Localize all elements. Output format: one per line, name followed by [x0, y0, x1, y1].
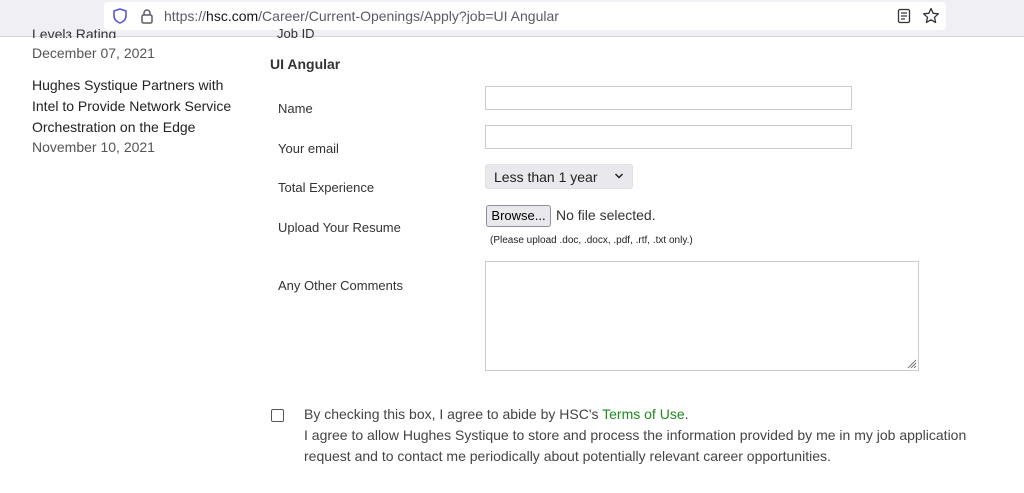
name-label: Name [278, 101, 313, 116]
job-id-label: Job ID [277, 26, 315, 38]
experience-select[interactable]: Less than 1 year [485, 164, 633, 189]
experience-selected-value: Less than 1 year [494, 169, 598, 185]
consent-line-2: I agree to allow Hughes Systique to stor… [304, 427, 967, 464]
chevron-down-icon [614, 173, 624, 179]
job-title: UI Angular [270, 56, 341, 72]
tracking-protection-shield-icon[interactable] [112, 8, 128, 24]
sidebar-news-date: December 07, 2021 [32, 45, 155, 61]
comments-textarea[interactable] [485, 261, 919, 371]
consent-checkbox[interactable] [271, 409, 284, 422]
sidebar-news-title[interactable]: Hughes Systique Partners with Intel to P… [32, 75, 252, 138]
sidebar-news-cut-title[interactable]: Levelз Rating [32, 26, 116, 38]
sidebar-news-date: November 10, 2021 [32, 139, 155, 155]
bookmark-star-icon[interactable] [922, 7, 940, 25]
reader-view-icon[interactable] [896, 8, 912, 24]
file-status-text: No file selected. [556, 207, 656, 223]
terms-of-use-link[interactable]: Terms of Use [602, 406, 684, 422]
upload-hint: (Please upload .doc, .docx, .pdf, .rtf, … [490, 235, 693, 246]
resume-label: Upload Your Resume [278, 220, 401, 235]
browser-toolbar: https://hsc.com/Career/Current-Openings/… [0, 0, 1024, 37]
browse-button[interactable]: Browse... [486, 205, 551, 227]
url-text[interactable]: https://hsc.com/Career/Current-Openings/… [164, 8, 559, 24]
address-bar[interactable]: https://hsc.com/Career/Current-Openings/… [104, 2, 946, 30]
resize-grip-icon[interactable] [905, 357, 917, 369]
name-input[interactable] [485, 86, 852, 110]
comments-label: Any Other Comments [278, 278, 403, 293]
experience-label: Total Experience [278, 180, 375, 195]
lock-icon[interactable] [139, 8, 155, 24]
email-label: Your email [278, 141, 339, 156]
consent-text: By checking this box, I agree to abide b… [304, 406, 967, 464]
email-input[interactable] [485, 125, 852, 149]
